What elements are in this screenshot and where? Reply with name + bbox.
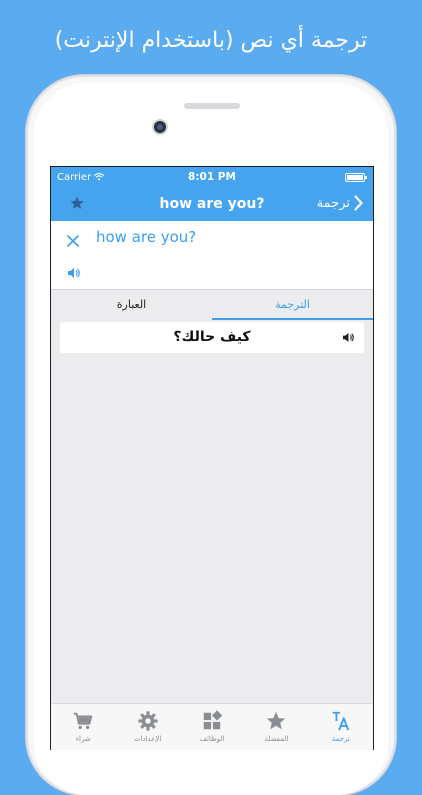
promo-headline: ترجمة أي نص (باستخدام الإنترنت) xyxy=(54,28,368,53)
back-button[interactable]: ترجمة xyxy=(317,195,363,211)
tabbar-label-buy: شراء xyxy=(75,735,91,743)
chevron-right-icon xyxy=(354,195,363,211)
nav-bar: how are you? ترجمة xyxy=(51,187,373,221)
tab-bar: شراء الإعدادات الوظائف المفضلة ترجمة xyxy=(51,703,373,750)
grid-icon xyxy=(203,710,223,730)
tabbar-label-translate: ترجمة xyxy=(331,735,350,743)
cart-icon xyxy=(74,712,93,730)
app-screen: Carrier 8:01 PM how are you? ترجمة how a… xyxy=(50,166,374,750)
status-bar: Carrier 8:01 PM xyxy=(51,167,373,187)
gear-icon xyxy=(137,711,158,731)
tabbar-item-buy[interactable]: شراء xyxy=(51,704,115,750)
status-time: 8:01 PM xyxy=(188,171,236,183)
tabbar-item-favorites[interactable]: المفضلة xyxy=(244,704,308,750)
tabbar-label-favorites: المفضلة xyxy=(264,735,289,743)
speaker-icon[interactable] xyxy=(67,267,80,279)
tab-phrase[interactable]: العبارة xyxy=(51,290,212,320)
tabbar-item-translate[interactable]: ترجمة xyxy=(309,704,373,750)
star-icon xyxy=(267,711,286,730)
translation-result-card: كيف حالك؟ xyxy=(60,322,364,353)
back-button-label: ترجمة xyxy=(316,195,350,211)
translation-result-text: كيف حالك؟ xyxy=(173,329,251,345)
result-tabs: العبارة الترجمة xyxy=(51,290,373,320)
tab-translation[interactable]: الترجمة xyxy=(212,290,373,320)
tabbar-item-functions[interactable]: الوظائف xyxy=(180,704,244,750)
input-area[interactable]: how are you? xyxy=(51,221,373,290)
phone-camera xyxy=(154,121,166,133)
source-text-input[interactable]: how are you? xyxy=(96,228,196,246)
tabbar-label-functions: الوظائف xyxy=(199,735,225,743)
battery-icon xyxy=(345,173,367,182)
tabbar-item-settings[interactable]: الإعدادات xyxy=(115,704,179,750)
tabbar-label-settings: الإعدادات xyxy=(133,735,162,743)
translate-icon xyxy=(332,711,350,731)
phone-speaker xyxy=(184,103,240,109)
clear-icon[interactable] xyxy=(65,233,81,249)
speaker-icon[interactable] xyxy=(342,332,354,343)
